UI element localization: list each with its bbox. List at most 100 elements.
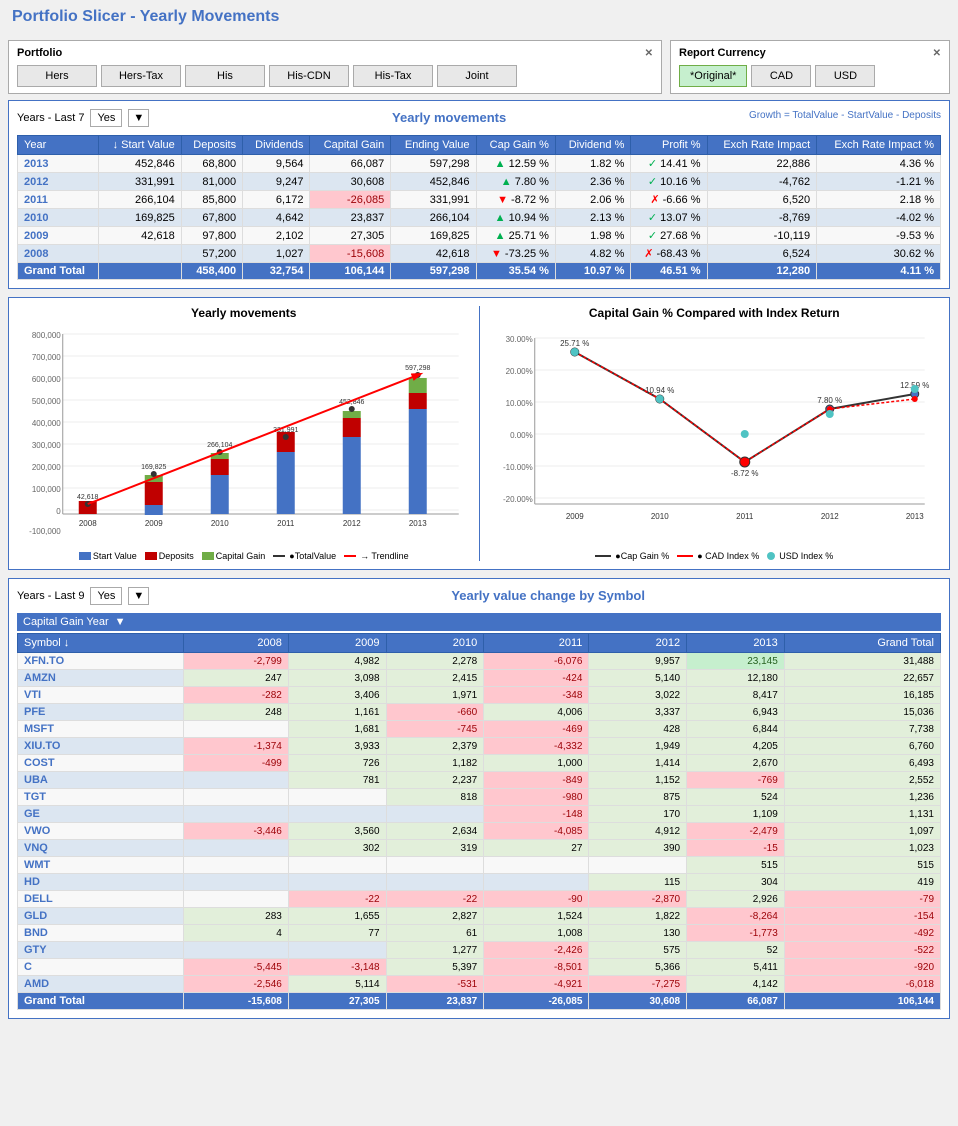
- currency-btn-original[interactable]: *Original*: [679, 65, 747, 87]
- td-capgain-pct: ▲ 12.59 %: [476, 155, 555, 173]
- td-sym-2009: 3,098: [288, 670, 386, 687]
- sym-th-total: Grand Total: [784, 634, 940, 653]
- td-profit-pct: ✓ 10.16 %: [631, 173, 707, 191]
- td-sym-2011: -4,085: [484, 823, 589, 840]
- bar-2009-deposits: [145, 482, 163, 505]
- svg-text:42,618: 42,618: [77, 494, 99, 501]
- currency-btn-cad[interactable]: CAD: [751, 65, 811, 87]
- td-sym-2008: -1,374: [183, 738, 288, 755]
- svg-text:800,000: 800,000: [32, 331, 61, 340]
- symbol-filter-bar: Years - Last 9 Yes ▼ Yearly value change…: [17, 587, 941, 605]
- td-gt-ending: 597,298: [391, 263, 476, 280]
- td-sym-2011: [484, 874, 589, 891]
- td-sym-2011: -849: [484, 772, 589, 789]
- cap-gain-year-dropdown[interactable]: ▼: [115, 616, 126, 628]
- th-capgain: Capital Gain: [310, 136, 391, 155]
- bar-2013-deposits: [409, 393, 427, 409]
- td-sym-2013: 23,145: [687, 653, 785, 670]
- td-sym-2008: [183, 840, 288, 857]
- td-ending: 331,991: [391, 191, 476, 209]
- portfolio-btn-joint[interactable]: Joint: [437, 65, 517, 87]
- td-ending: 42,618: [391, 245, 476, 263]
- bar-2012-deposits: [343, 418, 361, 437]
- td-sym-2008: [183, 806, 288, 823]
- currency-btn-usd[interactable]: USD: [815, 65, 875, 87]
- svg-text:2013: 2013: [905, 512, 923, 521]
- td-sym-symbol: GTY: [18, 942, 184, 959]
- td-sym-2010: -660: [386, 704, 484, 721]
- td-sym-2011: -469: [484, 721, 589, 738]
- td-sym-symbol: WMT: [18, 857, 184, 874]
- trendline: [88, 375, 418, 504]
- td-sym-2013: 2,926: [687, 891, 785, 908]
- td-gt-label: Grand Total: [18, 263, 99, 280]
- th-deposits: Deposits: [181, 136, 242, 155]
- td-sgt-2013: 66,087: [687, 993, 785, 1010]
- legend-usd-index: USD Index %: [767, 551, 833, 561]
- td-sym-2011: -8,501: [484, 959, 589, 976]
- td-sym-2013: 8,417: [687, 687, 785, 704]
- td-sym-symbol: MSFT: [18, 721, 184, 738]
- symbol-table: Symbol ↓ 2008 2009 2010 2011 2012 2013 G…: [17, 633, 941, 1010]
- legend-line-capgain: [595, 555, 611, 557]
- td-year: 2013: [18, 155, 99, 173]
- portfolio-btn-his[interactable]: His: [185, 65, 265, 87]
- th-year: Year: [18, 136, 99, 155]
- years-filter-label: Years - Last 7: [17, 112, 84, 124]
- legend-totalvalue: ●TotalValue: [273, 551, 336, 561]
- svg-text:20.00%: 20.00%: [505, 367, 532, 376]
- top-section: Portfolio ✕ Hers Hers-Tax His His-CDN Hi…: [0, 34, 958, 100]
- td-start: [99, 245, 182, 263]
- td-sym-2013: 52: [687, 942, 785, 959]
- portfolio-btn-hers[interactable]: Hers: [17, 65, 97, 87]
- td-sym-2012: 575: [589, 942, 687, 959]
- td-sym-total: -154: [784, 908, 940, 925]
- td-sym-2013: 1,109: [687, 806, 785, 823]
- th-ending: Ending Value: [391, 136, 476, 155]
- portfolio-btn-hers-tax[interactable]: Hers-Tax: [101, 65, 181, 87]
- td-sym-2009: 3,560: [288, 823, 386, 840]
- td-sym-2008: [183, 772, 288, 789]
- portfolio-btn-his-cdn[interactable]: His-CDN: [269, 65, 349, 87]
- td-sym-2013: 6,943: [687, 704, 785, 721]
- td-div-pct: 2.06 %: [555, 191, 630, 209]
- currency-close-icon[interactable]: ✕: [933, 48, 941, 59]
- td-sym-total: 15,036: [784, 704, 940, 721]
- td-sym-2012: 5,366: [589, 959, 687, 976]
- td-sym-2009: 302: [288, 840, 386, 857]
- td-deposits: 57,200: [181, 245, 242, 263]
- td-sym-total: -79: [784, 891, 940, 908]
- td-sym-2011: -148: [484, 806, 589, 823]
- svg-text:25.71 %: 25.71 %: [560, 339, 589, 348]
- th-start: ↓ Start Value: [99, 136, 182, 155]
- line-chart-container: Capital Gain % Compared with Index Retur…: [480, 306, 942, 561]
- legend-label-trendline: → Trendline: [360, 551, 409, 561]
- portfolio-close-icon[interactable]: ✕: [645, 48, 653, 59]
- td-gt-exch: 12,280: [707, 263, 817, 280]
- td-sym-2011: 1,524: [484, 908, 589, 925]
- yearly-title: Yearly movements: [155, 110, 743, 125]
- td-sym-2011: -980: [484, 789, 589, 806]
- td-sym-2008: 248: [183, 704, 288, 721]
- legend-label-totalvalue: ●TotalValue: [289, 551, 336, 561]
- td-sym-total: 22,657: [784, 670, 940, 687]
- td-sym-total: 7,738: [784, 721, 940, 738]
- td-sym-2008: [183, 942, 288, 959]
- td-sym-2009: [288, 874, 386, 891]
- filter-dropdown[interactable]: ▼: [128, 109, 149, 127]
- td-gt-dividends: 32,754: [243, 263, 310, 280]
- symbol-filter-dropdown[interactable]: ▼: [128, 587, 149, 605]
- svg-text:0.00%: 0.00%: [510, 431, 533, 440]
- td-ending: 597,298: [391, 155, 476, 173]
- svg-text:200,000: 200,000: [32, 463, 61, 472]
- svg-text:2009: 2009: [145, 519, 163, 528]
- td-sym-2009: -22: [288, 891, 386, 908]
- td-sym-total: -920: [784, 959, 940, 976]
- symbol-section: Years - Last 9 Yes ▼ Yearly value change…: [8, 578, 950, 1019]
- td-sym-2008: -499: [183, 755, 288, 772]
- portfolio-btn-his-tax[interactable]: His-Tax: [353, 65, 433, 87]
- td-sgt-2010: 23,837: [386, 993, 484, 1010]
- legend-dot-usd: [767, 552, 775, 560]
- td-sym-2008: -3,446: [183, 823, 288, 840]
- legend-label-capgain-pct: ●Cap Gain %: [615, 551, 669, 561]
